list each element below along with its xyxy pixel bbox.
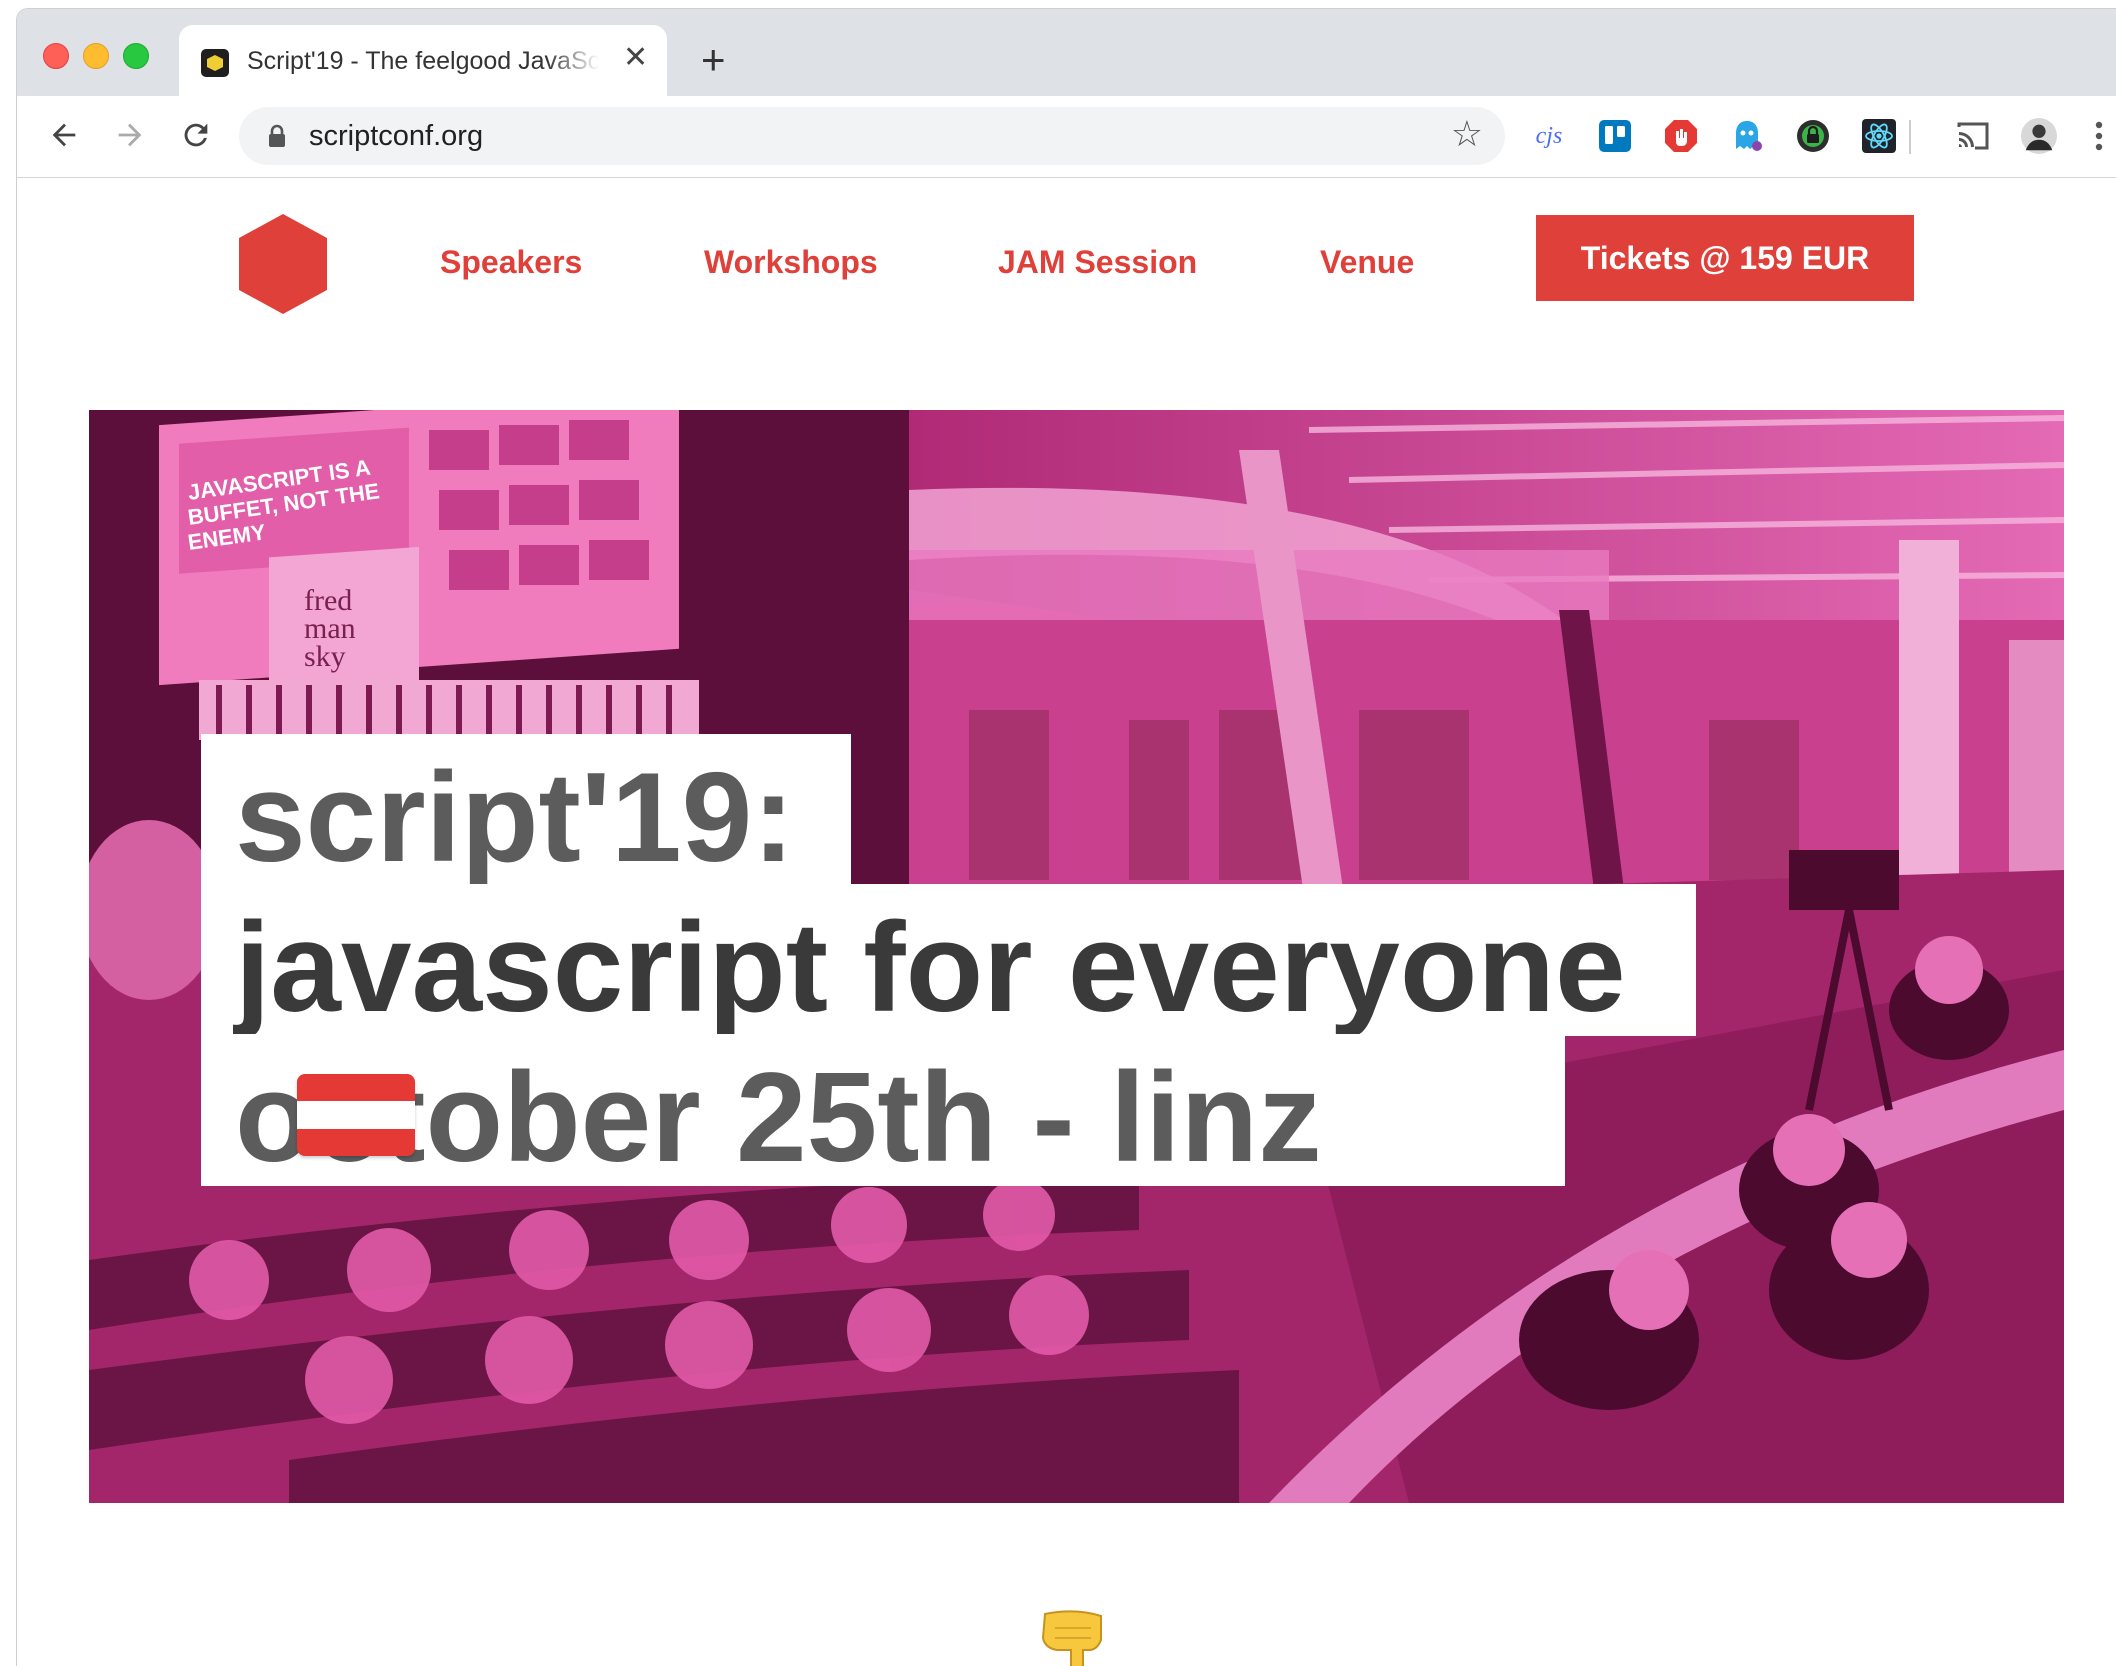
new-tab-button[interactable]: + — [701, 39, 726, 81]
profile-avatar[interactable] — [2021, 118, 2057, 154]
cast-icon[interactable] — [1955, 118, 1991, 154]
ghostery-icon[interactable] — [1729, 118, 1765, 154]
hero-headline-line1-text: script'19: — [235, 746, 795, 888]
tickets-button[interactable]: Tickets @ 159 EUR — [1536, 215, 1914, 301]
toolbar-separator — [1909, 120, 1911, 154]
trello-icon[interactable] — [1597, 118, 1633, 154]
nav-link-venue[interactable]: Venue — [1320, 244, 1414, 281]
hero-headline-line1: script'19: — [201, 734, 851, 886]
close-window-button[interactable] — [43, 43, 69, 69]
cjs-extension-label: cjs — [1535, 122, 1563, 149]
bookmark-star-icon[interactable]: ☆ — [1451, 116, 1483, 152]
austria-flag-icon — [297, 1074, 415, 1156]
forward-button[interactable] — [107, 112, 153, 158]
back-arrow-icon — [52, 123, 76, 147]
nav-link-speakers[interactable]: Speakers — [440, 244, 582, 281]
site-favicon-icon — [201, 49, 229, 77]
web-page: Speakers Workshops JAM Session Venue Tic… — [17, 178, 2116, 1666]
hero-headline-line3: october 25th - linz — [201, 1034, 1565, 1186]
hexagon-logo-icon — [239, 214, 327, 314]
lock-icon — [269, 124, 285, 147]
reload-icon — [184, 123, 208, 147]
minimize-window-button[interactable] — [83, 43, 109, 69]
back-button[interactable] — [41, 112, 87, 158]
svg-text:sky: sky — [304, 640, 346, 673]
zoom-window-button[interactable] — [123, 43, 149, 69]
address-bar[interactable]: scriptconf.org ☆ — [239, 107, 1505, 165]
hero-headline-line2: javascript for everyone — [201, 884, 1696, 1036]
adblock-icon[interactable] — [1663, 118, 1699, 154]
tab-title: Script'19 - The feelgood JavaScript conf… — [247, 47, 599, 75]
hero-headline-line3-wrap: october 25th - linz — [235, 1054, 1322, 1181]
url-text: scriptconf.org — [309, 120, 484, 152]
browser-menu-icon[interactable] — [2081, 118, 2116, 154]
react-devtools-icon[interactable] — [1861, 118, 1897, 154]
tab-active[interactable]: Script'19 - The feelgood JavaScript conf… — [179, 25, 667, 96]
reload-button[interactable] — [173, 112, 219, 158]
nav-link-workshops[interactable]: Workshops — [704, 244, 878, 281]
forward-arrow-icon — [118, 123, 142, 147]
site-logo[interactable] — [235, 212, 331, 321]
close-tab-icon[interactable]: ✕ — [623, 43, 648, 73]
cjs-extension-icon[interactable]: cjs — [1531, 118, 1567, 154]
browser-window: Script'19 - The feelgood JavaScript conf… — [16, 8, 2116, 1666]
nav-link-jam-session[interactable]: JAM Session — [998, 244, 1197, 281]
browser-toolbar: scriptconf.org ☆ cjs — [17, 96, 2116, 178]
tab-strip: Script'19 - The feelgood JavaScript conf… — [17, 9, 2116, 96]
privacy-badger-icon[interactable] — [1795, 118, 1831, 154]
hero-headline-line2-text: javascript for everyone — [235, 896, 1626, 1038]
pointing-down-hand-icon — [1035, 1610, 1115, 1666]
